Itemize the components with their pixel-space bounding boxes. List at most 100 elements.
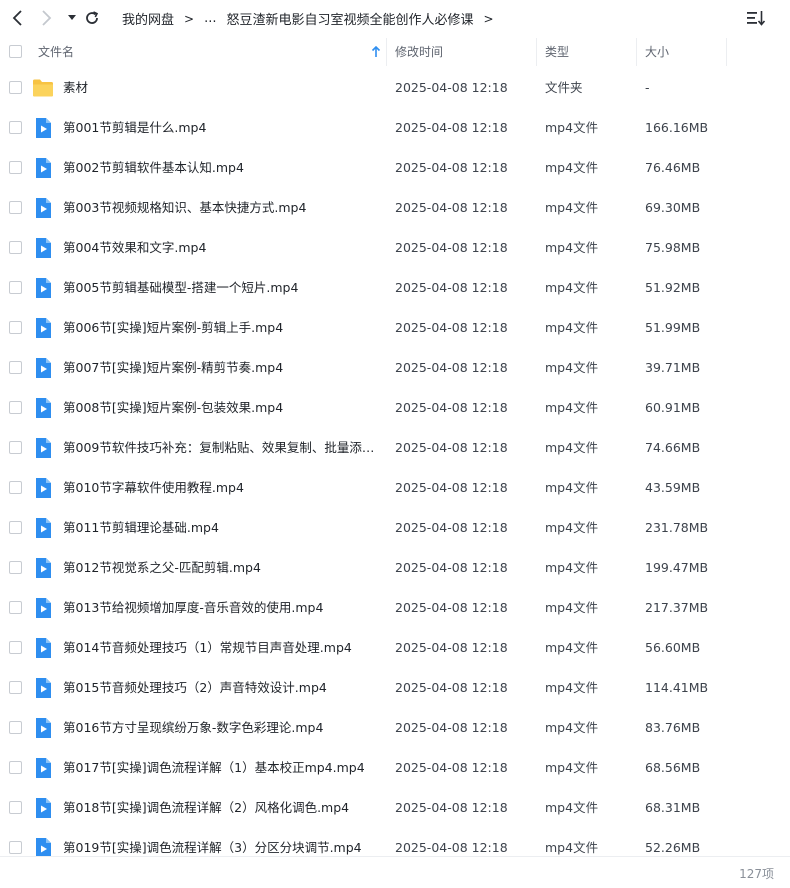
file-row[interactable]: 第019节[实操]调色流程详解（3）分区分块调节.mp4 2025-04-08 1… xyxy=(0,828,790,856)
arrow-up-icon[interactable] xyxy=(371,45,381,58)
file-type: mp4文件 xyxy=(545,640,599,655)
file-row[interactable]: 第013节给视频增加厚度-音乐音效的使用.mp4 2025-04-08 12:18… xyxy=(0,588,790,628)
file-type: mp4文件 xyxy=(545,120,599,135)
file-name[interactable]: 第019节[实操]调色流程详解（3）分区分块调节.mp4 xyxy=(63,828,378,856)
column-header: 文件名 修改时间 类型 大小 xyxy=(0,36,790,68)
column-modified[interactable]: 修改时间 xyxy=(395,36,443,68)
row-checkbox[interactable] xyxy=(9,401,22,414)
file-row[interactable]: 素材 2025-04-08 12:18 文件夹 - xyxy=(0,68,790,108)
row-checkbox[interactable] xyxy=(9,441,22,454)
file-name[interactable]: 第013节给视频增加厚度-音乐音效的使用.mp4 xyxy=(63,588,378,628)
row-checkbox[interactable] xyxy=(9,801,22,814)
file-size: 56.60MB xyxy=(645,640,701,655)
file-type: mp4文件 xyxy=(545,160,599,175)
file-name[interactable]: 第018节[实操]调色流程详解（2）风格化调色.mp4 xyxy=(63,788,378,828)
sort-list-icon[interactable] xyxy=(746,9,766,27)
file-row[interactable]: 第004节效果和文字.mp4 2025-04-08 12:18 mp4文件 75.98… xyxy=(0,228,790,268)
row-checkbox[interactable] xyxy=(9,121,22,134)
file-row[interactable]: 第018节[实操]调色流程详解（2）风格化调色.mp4 2025-04-08 12… xyxy=(0,788,790,828)
file-name[interactable]: 第005节剪辑基础模型-搭建一个短片.mp4 xyxy=(63,268,378,308)
breadcrumb-ellipsis[interactable]: ... xyxy=(204,11,216,26)
row-checkbox[interactable] xyxy=(9,281,22,294)
column-name[interactable]: 文件名 xyxy=(38,36,74,68)
file-name[interactable]: 第015节音频处理技巧（2）声音特效设计.mp4 xyxy=(63,668,378,708)
row-checkbox[interactable] xyxy=(9,361,22,374)
file-name[interactable]: 第014节音频处理技巧（1）常规节目声音处理.mp4 xyxy=(63,628,378,668)
file-name[interactable]: 第010节字幕软件使用教程.mp4 xyxy=(63,468,378,508)
file-row[interactable]: 第007节[实操]短片案例-精剪节奏.mp4 2025-04-08 12:18 mp… xyxy=(0,348,790,388)
row-checkbox[interactable] xyxy=(9,201,22,214)
file-name[interactable]: 第002节剪辑软件基本认知.mp4 xyxy=(63,148,378,188)
file-modified: 2025-04-08 12:18 xyxy=(395,760,508,775)
file-row[interactable]: 第002节剪辑软件基本认知.mp4 2025-04-08 12:18 mp4文件 76… xyxy=(0,148,790,188)
file-modified: 2025-04-08 12:18 xyxy=(395,120,508,135)
column-size[interactable]: 大小 xyxy=(645,36,669,68)
file-name[interactable]: 第007节[实操]短片案例-精剪节奏.mp4 xyxy=(63,348,378,388)
status-bar: 127项 xyxy=(0,856,790,888)
file-row[interactable]: 第011节剪辑理论基础.mp4 2025-04-08 12:18 mp4文件 231.… xyxy=(0,508,790,548)
file-name[interactable]: 第004节效果和文字.mp4 xyxy=(63,228,378,268)
refresh-icon[interactable] xyxy=(82,8,102,28)
file-row[interactable]: 第016节方寸呈现缤纷万象-数字色彩理论.mp4 2025-04-08 12:18… xyxy=(0,708,790,748)
file-modified: 2025-04-08 12:18 xyxy=(395,640,508,655)
file-row[interactable]: 第017节[实操]调色流程详解（1）基本校正mp4.mp4 2025-04-08 … xyxy=(0,748,790,788)
file-modified: 2025-04-08 12:18 xyxy=(395,680,508,695)
file-type: mp4文件 xyxy=(545,440,599,455)
row-checkbox[interactable] xyxy=(9,321,22,334)
file-row[interactable]: 第014节音频处理技巧（1）常规节目声音处理.mp4 2025-04-08 12:… xyxy=(0,628,790,668)
chevron-right-icon[interactable] xyxy=(36,8,56,28)
row-checkbox[interactable] xyxy=(9,841,22,854)
file-row[interactable]: 第001节剪辑是什么.mp4 2025-04-08 12:18 mp4文件 166.1… xyxy=(0,108,790,148)
row-checkbox[interactable] xyxy=(9,161,22,174)
file-name[interactable]: 第011节剪辑理论基础.mp4 xyxy=(63,508,378,548)
file-name[interactable]: 素材 xyxy=(63,68,378,108)
breadcrumb-current[interactable]: 怒豆渣新电影自习室视频全能创作人必修课 xyxy=(226,9,473,28)
file-row[interactable]: 第009节软件技巧补充：复制粘贴、效果复制、批量添加... 2025-04-08 … xyxy=(0,428,790,468)
breadcrumb-root[interactable]: 我的网盘 xyxy=(122,9,174,28)
file-row[interactable]: 第006节[实操]短片案例-剪辑上手.mp4 2025-04-08 12:18 mp… xyxy=(0,308,790,348)
file-size: 60.91MB xyxy=(645,400,701,415)
column-divider[interactable] xyxy=(636,38,637,66)
file-name[interactable]: 第012节视觉系之父-匹配剪辑.mp4 xyxy=(63,548,378,588)
file-size: 114.41MB xyxy=(645,680,709,695)
row-checkbox[interactable] xyxy=(9,561,22,574)
row-checkbox[interactable] xyxy=(9,641,22,654)
file-row[interactable]: 第008节[实操]短片案例-包装效果.mp4 2025-04-08 12:18 mp… xyxy=(0,388,790,428)
file-name[interactable]: 第003节视频规格知识、基本快捷方式.mp4 xyxy=(63,188,378,228)
chevron-left-icon[interactable] xyxy=(8,8,28,28)
column-divider[interactable] xyxy=(726,38,727,66)
row-checkbox[interactable] xyxy=(9,481,22,494)
select-all-checkbox[interactable] xyxy=(9,45,22,58)
file-modified: 2025-04-08 12:18 xyxy=(395,440,508,455)
file-row[interactable]: 第003节视频规格知识、基本快捷方式.mp4 2025-04-08 12:18 mp… xyxy=(0,188,790,228)
row-checkbox[interactable] xyxy=(9,241,22,254)
file-type: mp4文件 xyxy=(545,720,599,735)
file-name[interactable]: 第001节剪辑是什么.mp4 xyxy=(63,108,378,148)
column-divider[interactable] xyxy=(386,38,387,66)
file-name[interactable]: 第008节[实操]短片案例-包装效果.mp4 xyxy=(63,388,378,428)
file-row[interactable]: 第015节音频处理技巧（2）声音特效设计.mp4 2025-04-08 12:18… xyxy=(0,668,790,708)
file-modified: 2025-04-08 12:18 xyxy=(395,160,508,175)
row-checkbox[interactable] xyxy=(9,601,22,614)
video-file-icon xyxy=(32,517,54,539)
row-checkbox[interactable] xyxy=(9,721,22,734)
row-checkbox[interactable] xyxy=(9,81,22,94)
row-checkbox[interactable] xyxy=(9,681,22,694)
caret-down-icon[interactable] xyxy=(62,8,82,28)
file-size: 51.99MB xyxy=(645,320,701,335)
file-name[interactable]: 第006节[实操]短片案例-剪辑上手.mp4 xyxy=(63,308,378,348)
file-name[interactable]: 第009节软件技巧补充：复制粘贴、效果复制、批量添加... xyxy=(63,428,378,468)
row-checkbox[interactable] xyxy=(9,761,22,774)
file-name[interactable]: 第017节[实操]调色流程详解（1）基本校正mp4.mp4 xyxy=(63,748,378,788)
file-name[interactable]: 第016节方寸呈现缤纷万象-数字色彩理论.mp4 xyxy=(63,708,378,748)
row-checkbox[interactable] xyxy=(9,521,22,534)
file-row[interactable]: 第010节字幕软件使用教程.mp4 2025-04-08 12:18 mp4文件 43… xyxy=(0,468,790,508)
column-type[interactable]: 类型 xyxy=(545,36,569,68)
file-size: 51.92MB xyxy=(645,280,701,295)
file-row[interactable]: 第012节视觉系之父-匹配剪辑.mp4 2025-04-08 12:18 mp4文件… xyxy=(0,548,790,588)
file-type: mp4文件 xyxy=(545,240,599,255)
file-row[interactable]: 第005节剪辑基础模型-搭建一个短片.mp4 2025-04-08 12:18 mp… xyxy=(0,268,790,308)
file-size: - xyxy=(645,80,650,95)
file-modified: 2025-04-08 12:18 xyxy=(395,840,508,855)
column-divider[interactable] xyxy=(536,38,537,66)
